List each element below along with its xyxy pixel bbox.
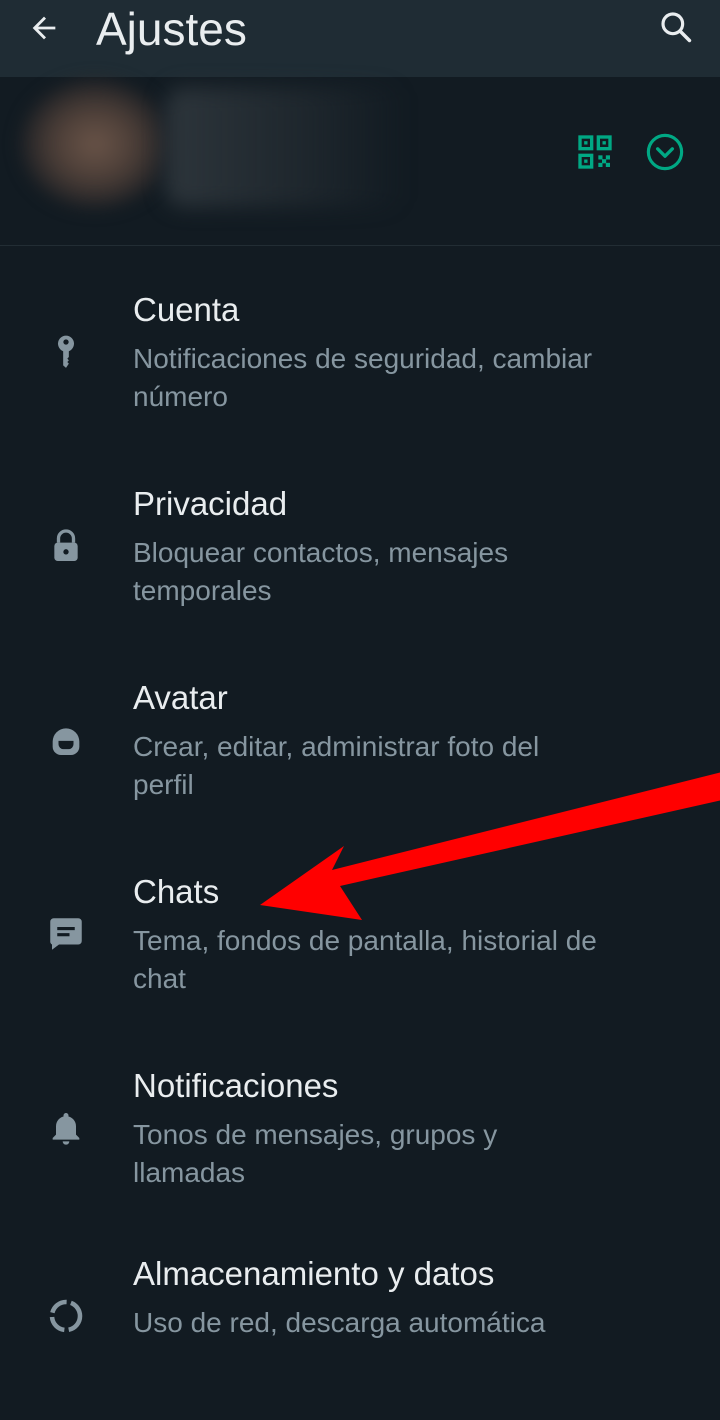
profile-name <box>165 87 405 207</box>
settings-item-title: Notificaciones <box>133 1067 339 1104</box>
search-icon <box>661 12 692 43</box>
data-usage-icon <box>40 1290 92 1342</box>
expand-button[interactable] <box>642 129 688 175</box>
settings-item-chats[interactable]: Chats Tema, fondos de pantalla, historia… <box>0 842 720 1036</box>
key-icon <box>40 326 92 378</box>
divider <box>0 245 720 246</box>
settings-item-title: Chats <box>133 873 220 910</box>
lock-icon <box>40 520 92 572</box>
page-title: Ajustes <box>96 3 247 55</box>
settings-item-title: Avatar <box>133 679 228 716</box>
settings-item-notificaciones[interactable]: Notificaciones Tonos de mensajes, grupos… <box>0 1036 720 1230</box>
settings-item-privacidad[interactable]: Privacidad Bloquear contactos, mensajes … <box>0 454 720 648</box>
settings-item-title: Almacenamiento y datos <box>133 1255 495 1292</box>
bell-icon <box>40 1102 92 1154</box>
settings-item-subtitle: Bloquear contactos, mensajes temporales <box>133 537 509 606</box>
app-bar: Ajustes <box>0 0 720 77</box>
settings-item-subtitle: Tonos de mensajes, grupos y llamadas <box>133 1119 498 1188</box>
settings-item-subtitle: Crear, editar, administrar foto del perf… <box>133 731 540 800</box>
settings-item-title: Privacidad <box>133 485 288 522</box>
settings-item-avatar[interactable]: Avatar Crear, editar, administrar foto d… <box>0 648 720 842</box>
settings-item-subtitle: Uso de red, descarga automática <box>133 1307 546 1338</box>
qr-code-button[interactable] <box>572 129 618 175</box>
chat-bubble-icon <box>40 908 92 960</box>
search-button[interactable] <box>650 2 702 52</box>
profile-header[interactable] <box>0 77 720 245</box>
chevron-down-circle-icon <box>646 133 684 171</box>
settings-item-subtitle: Tema, fondos de pantalla, historial de c… <box>133 925 597 994</box>
qr-code-icon <box>578 135 612 169</box>
arrow-left-icon <box>32 16 56 40</box>
avatar-face-icon <box>40 714 92 766</box>
settings-item-cuenta[interactable]: Cuenta Notificaciones de seguridad, camb… <box>0 260 720 454</box>
avatar[interactable] <box>20 79 170 209</box>
settings-item-subtitle: Notificaciones de seguridad, cambiar núm… <box>133 343 593 412</box>
settings-item-title: Cuenta <box>133 291 240 328</box>
settings-screen: Ajustes Cuenta Notificaciones de segurid… <box>0 0 720 1420</box>
settings-item-almacenamiento[interactable]: Almacenamiento y datos Uso de red, desca… <box>0 1230 720 1420</box>
back-button[interactable] <box>18 4 70 52</box>
